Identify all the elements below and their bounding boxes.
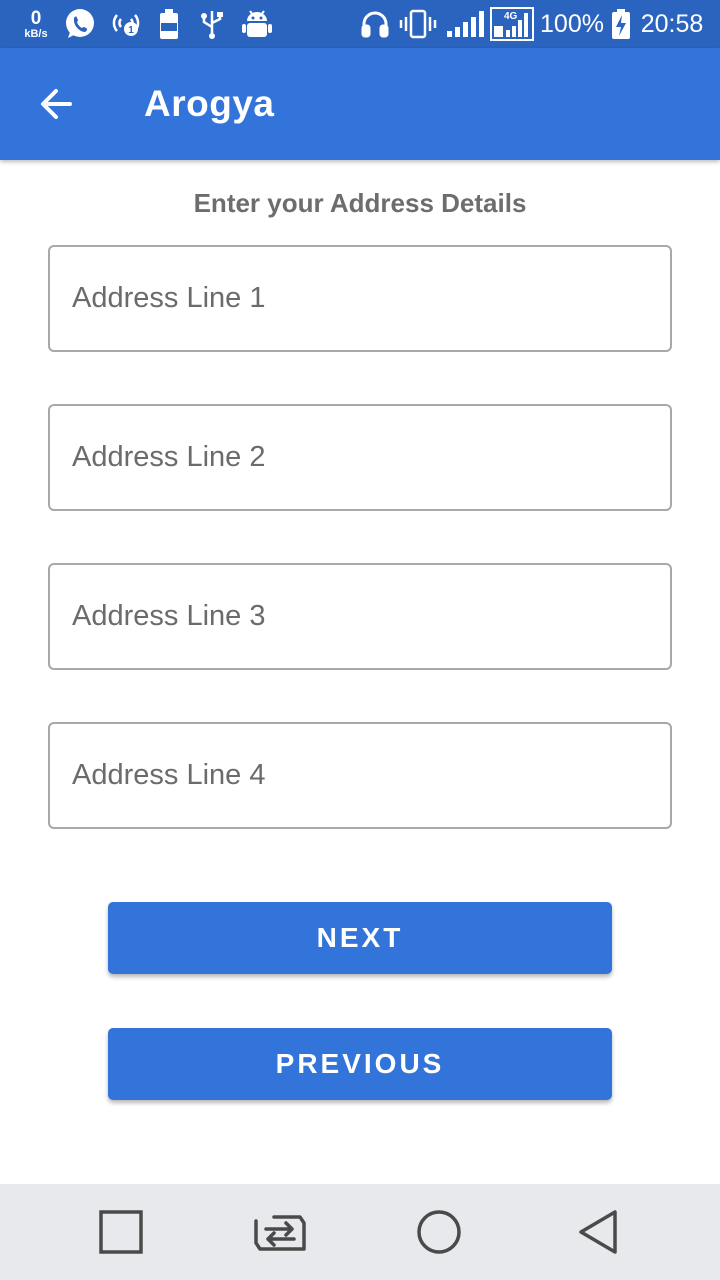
recents-icon <box>99 1210 143 1254</box>
app-bar: Arogya <box>0 48 720 160</box>
address-line-2-input[interactable] <box>50 406 670 509</box>
battery-saver-icon <box>154 0 184 48</box>
battery-percentage: 100% <box>540 9 604 38</box>
navigation-bar <box>0 1184 720 1280</box>
battery-charging-icon <box>610 0 632 48</box>
headset-icon <box>358 0 392 48</box>
network-speed-value: 0 <box>30 7 42 29</box>
whatsapp-icon <box>62 0 98 48</box>
status-bar: 0 kB/s 1 4G 100% 20:58 <box>0 0 720 48</box>
network-speed: 0 kB/s <box>20 0 52 48</box>
signal-icon <box>444 0 486 48</box>
section-heading: Enter your Address Details <box>193 188 527 218</box>
vibrate-icon <box>398 0 438 48</box>
switch-apps-button[interactable] <box>252 1204 308 1260</box>
arrow-back-icon <box>41 89 72 119</box>
clock: 20:58 <box>640 9 704 38</box>
address-line-2-field[interactable] <box>48 404 672 511</box>
svg-text:4G: 4G <box>504 11 518 22</box>
address-line-1-field[interactable] <box>48 245 672 352</box>
svg-text:1: 1 <box>128 25 134 36</box>
nav-back-button[interactable] <box>570 1204 626 1260</box>
address-line-4-field[interactable] <box>48 722 672 829</box>
app-title: Arogya <box>144 83 275 124</box>
android-debug-icon <box>240 0 274 48</box>
previous-button[interactable]: PREVIOUS <box>108 1028 612 1100</box>
back-button[interactable] <box>28 76 84 132</box>
back-icon <box>579 1210 617 1254</box>
address-line-3-input[interactable] <box>50 565 670 668</box>
network-speed-unit: kB/s <box>24 27 48 40</box>
recents-button[interactable] <box>93 1204 149 1260</box>
address-line-3-field[interactable] <box>48 563 672 670</box>
next-button[interactable]: NEXT <box>108 902 612 974</box>
usb-icon <box>198 0 226 48</box>
4g-signal-icon: 4G <box>490 0 534 48</box>
home-icon <box>417 1210 461 1254</box>
hotspot-icon: 1 <box>108 0 144 48</box>
home-button[interactable] <box>411 1204 467 1260</box>
switch-apps-icon <box>254 1215 306 1251</box>
address-line-4-input[interactable] <box>50 724 670 827</box>
address-line-1-input[interactable] <box>50 247 670 350</box>
